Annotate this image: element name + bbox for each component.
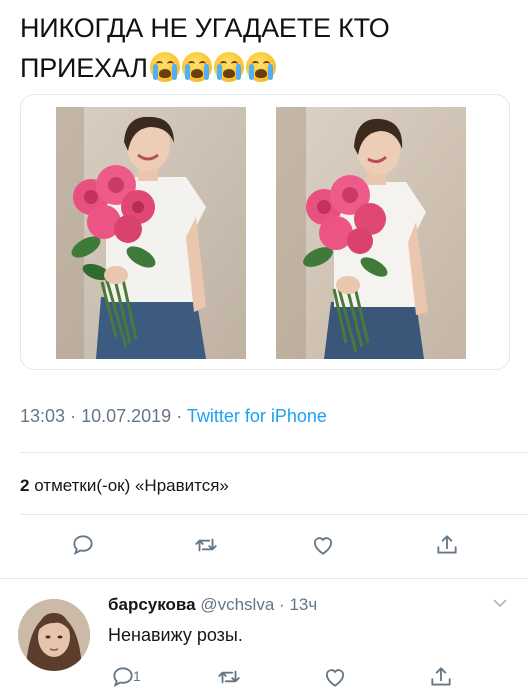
emoji-row [149,52,276,82]
crying-face-icon [213,52,244,82]
photo-girl-with-roses-1[interactable] [56,107,246,359]
tweet-actions [0,528,528,568]
likes-count: 2 [20,476,30,495]
tweet-text: НИКОГДА НЕ УГАДАЕТЕ КТО ПРИЕХАЛ [20,8,510,88]
chevron-down-icon[interactable] [490,595,510,611]
tweet-source-link[interactable]: Twitter for iPhone [187,406,327,426]
tweet-time: 13:03 [20,406,66,426]
divider [20,514,528,515]
reply-reply-button[interactable]: 1 [106,660,141,694]
retweet-button[interactable] [189,528,223,562]
divider [20,452,528,453]
meta-separator: · [279,595,285,614]
tweet-text-line2: ПРИЕХАЛ [20,53,148,83]
heart-icon [313,537,333,555]
reply-author-handle[interactable]: @vchslva [200,595,274,614]
crying-face-icon [181,52,212,82]
divider [0,578,528,579]
reply-time: 13ч [289,595,318,614]
reply-tweet[interactable]: барсукова @vchslva · 13ч Ненавижу розы. … [0,585,528,700]
reply-header: барсукова @vchslva · 13ч [108,595,317,615]
share-icon [431,667,451,686]
share-icon [437,535,457,554]
media-card[interactable] [20,94,510,370]
reply-retweet-button[interactable] [212,660,246,694]
tweet-date: 10.07.2019 [81,406,172,426]
meta-separator: · [176,406,183,426]
reply-share-button[interactable] [424,660,458,694]
crying-face-icon [149,52,180,82]
reply-actions: 1 [0,660,528,700]
like-button[interactable] [306,528,340,562]
reply-like-button[interactable] [318,660,352,694]
heart-icon [325,669,345,687]
retweet-icon [218,670,240,684]
photo-girl-with-roses-2[interactable] [276,107,466,359]
reply-button[interactable] [66,528,100,562]
meta-separator: · [70,406,77,426]
tweet-text-line1: НИКОГДА НЕ УГАДАЕТЕ КТО [20,13,390,43]
likes-label: отметки(-ок) «Нравится» [34,476,229,495]
crying-face-icon [245,52,276,82]
reply-author-name[interactable]: барсукова [108,595,196,614]
retweet-icon [195,538,217,552]
reply-icon [73,535,93,556]
reply-text: Ненавижу розы. [108,625,243,645]
share-button[interactable] [430,528,464,562]
tweet-meta: 13:03 · 10.07.2019 · Twitter for iPhone [20,406,327,427]
reply-count: 1 [133,668,141,684]
likes-summary[interactable]: 2 отметки(-ок) «Нравится» [20,476,229,496]
